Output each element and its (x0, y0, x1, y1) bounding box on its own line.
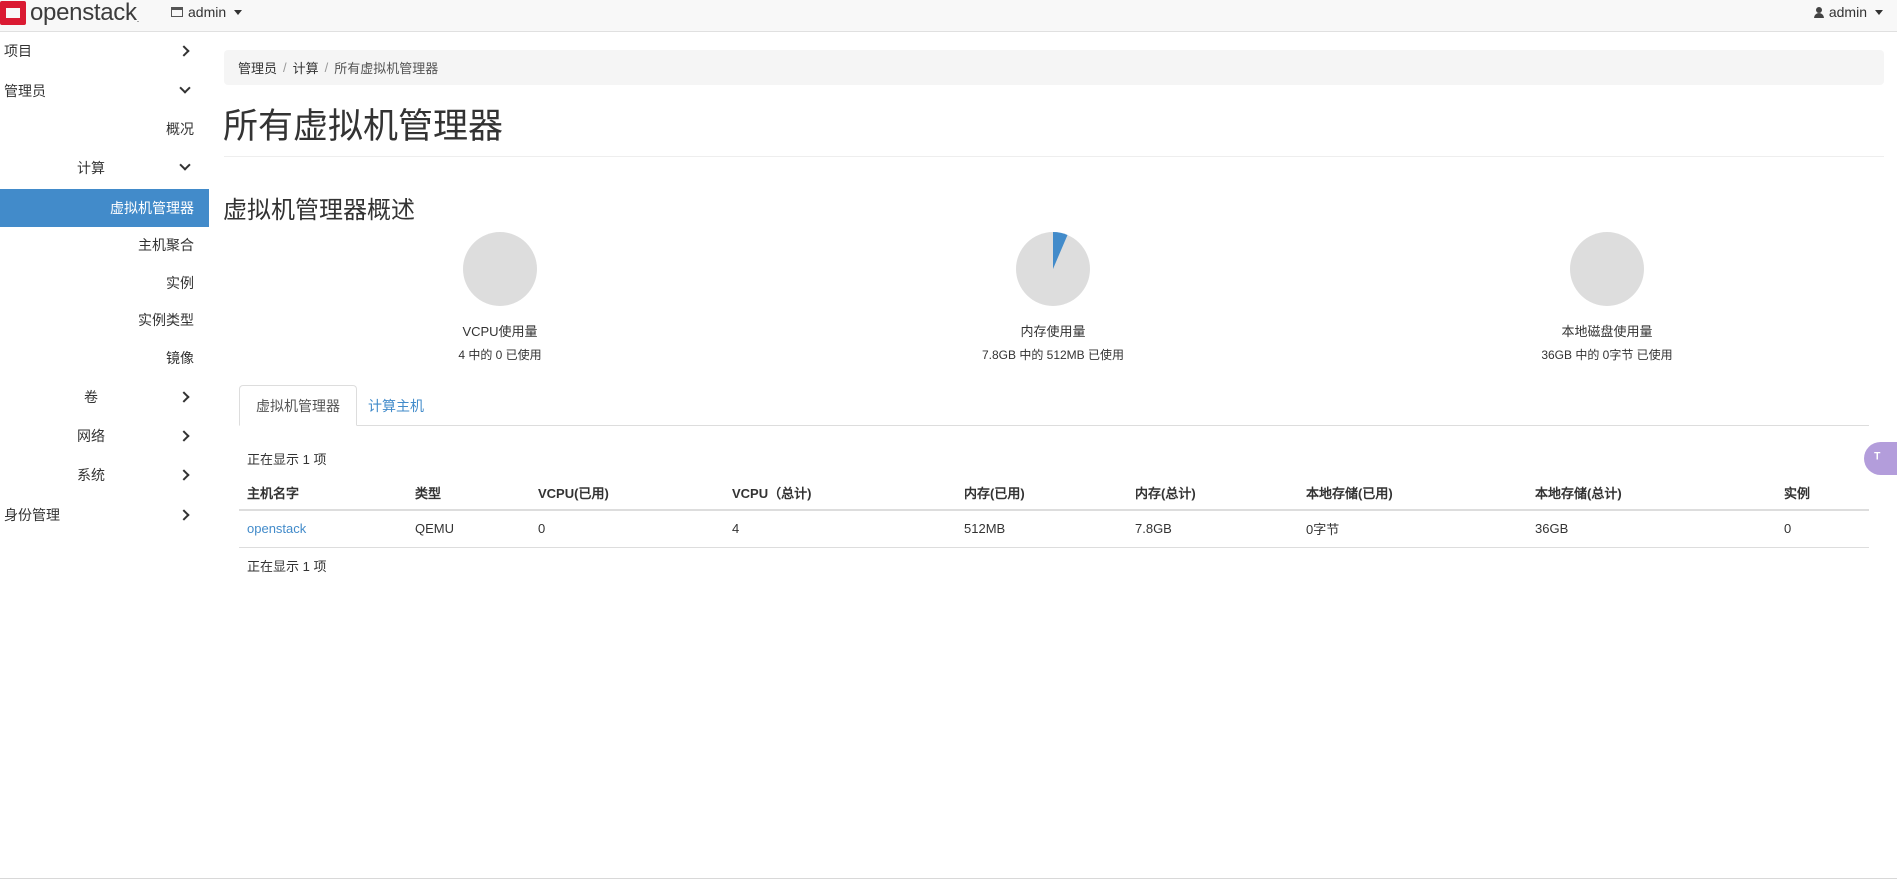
sidebar-item-label: 主机聚合 (138, 237, 194, 253)
breadcrumb-current: 所有虚拟机管理器 (334, 61, 439, 76)
vcpu-usage-label: VCPU使用量 (462, 324, 538, 339)
sidebar-item-label: 身份管理 (4, 507, 60, 523)
memory-usage-detail: 7.8GB 中的 512MB 已使用 (981, 348, 1125, 362)
vcpu-usage-chart: VCPU使用量 4 中的 0 已使用 (350, 231, 650, 363)
sidebar-item-images[interactable]: 镜像 (0, 340, 194, 376)
memory-usage-chart: 内存使用量 7.8GB 中的 512MB 已使用 (903, 231, 1203, 363)
sidebar-item-label: 实例类型 (138, 312, 194, 328)
column-header[interactable]: VCPU(已用) (530, 475, 724, 511)
pie-free-slice (463, 232, 537, 306)
hostname-link[interactable]: openstack (239, 510, 407, 548)
brand-name: openstack (30, 0, 137, 26)
breadcrumb-separator: / (324, 60, 329, 75)
table-cell: QEMU (407, 510, 530, 548)
openstack-logo[interactable]: openstack . (0, 0, 139, 26)
sidebar-item-label: 系统 (77, 467, 105, 483)
caret-down-icon (234, 9, 243, 15)
tabs-divider (239, 425, 1869, 426)
breadcrumb-admin[interactable]: 管理员 (238, 58, 277, 77)
memory-usage-label: 内存使用量 (1020, 324, 1086, 339)
vcpu-usage-pie (463, 232, 537, 306)
tab-compute-hosts[interactable]: 计算主机 (352, 385, 440, 426)
item-count-bottom: 正在显示 1 项 (247, 559, 327, 574)
sidebar-item-project[interactable]: 项目 (0, 33, 209, 69)
column-header[interactable]: 主机名字 (239, 475, 407, 511)
sidebar-item-host-aggregates[interactable]: 主机聚合 (0, 227, 194, 263)
table-cell: 512MB (956, 510, 1127, 548)
page-title: 所有虚拟机管理器 (223, 107, 504, 146)
chevron-right-icon (178, 509, 190, 521)
sidebar-item-label: 项目 (4, 43, 32, 59)
tab-hypervisors[interactable]: 虚拟机管理器 (239, 385, 357, 426)
user-icon (1813, 6, 1824, 18)
top-navbar: openstack . admin admin (0, 0, 1897, 32)
disk-usage-detail: 36GB 中的 0字节 已使用 (1541, 348, 1673, 362)
disk-usage-label: 本地磁盘使用量 (1561, 324, 1653, 339)
sidebar-item-label: 概况 (166, 121, 194, 137)
hypervisors-table: 主机名字 类型 VCPU(已用) VCPU（总计) 内存(已用) 内存(总计) … (239, 475, 1869, 548)
sidebar-item-label: 卷 (84, 389, 98, 405)
memory-usage-pie (1016, 232, 1090, 306)
project-switcher[interactable]: admin (171, 4, 243, 20)
sidebar-item-label: 实例 (166, 275, 194, 291)
column-header[interactable]: 本地存储(已用) (1298, 475, 1527, 511)
chevron-right-icon (178, 469, 190, 481)
chevron-right-icon (178, 430, 190, 442)
page-bottom-border (0, 878, 1897, 879)
breadcrumb-separator: / (283, 60, 287, 75)
sidebar-item-identity[interactable]: 身份管理 (0, 497, 209, 533)
sidebar-item-hypervisors[interactable]: 虚拟机管理器 (0, 189, 209, 227)
column-header[interactable]: 本地存储(总计) (1527, 475, 1776, 511)
table-cell: 36GB (1527, 510, 1776, 548)
sidebar-item-label: 管理员 (4, 83, 46, 99)
breadcrumb: 管理员 / 计算 / 所有虚拟机管理器 (224, 50, 1884, 85)
column-header[interactable]: 内存(已用) (956, 475, 1127, 511)
project-name: admin (188, 4, 227, 20)
translate-icon: ᵀ (1874, 450, 1881, 467)
sidebar-item-admin[interactable]: 管理员 (0, 73, 209, 109)
chevron-right-icon (178, 391, 190, 403)
sidebar-item-instances[interactable]: 实例 (0, 265, 194, 301)
vcpu-usage-detail: 4 中的 0 已使用 (458, 348, 542, 362)
sidebar-item-label: 网络 (77, 428, 105, 444)
column-header[interactable]: VCPU（总计) (724, 475, 956, 511)
brand-mark: . (136, 14, 140, 24)
sidebar-item-compute[interactable]: 计算 (0, 150, 209, 186)
user-name: admin (1828, 4, 1867, 20)
caret-down-icon (1875, 9, 1883, 15)
sidebar-item-label: 计算 (77, 160, 105, 176)
column-header[interactable]: 类型 (407, 475, 530, 511)
sidebar-item-volumes[interactable]: 卷 (0, 379, 209, 415)
column-header[interactable]: 实例 (1776, 475, 1869, 511)
user-menu[interactable]: admin (1813, 4, 1883, 20)
column-header[interactable]: 内存(总计) (1127, 475, 1298, 511)
sidebar-item-flavors[interactable]: 实例类型 (0, 302, 194, 338)
title-divider (224, 156, 1884, 157)
sidebar-item-system[interactable]: 系统 (0, 457, 209, 493)
summary-title: 虚拟机管理器概述 (223, 197, 415, 224)
chevron-right-icon (178, 45, 190, 57)
breadcrumb-compute[interactable]: 计算 (293, 58, 319, 77)
sidebar-item-label: 虚拟机管理器 (110, 200, 194, 216)
table-cell: 0 (530, 510, 724, 548)
table-cell: 0 (1776, 510, 1869, 548)
sidebar-item-overview[interactable]: 概况 (0, 111, 194, 147)
sidebar-item-network[interactable]: 网络 (0, 418, 209, 454)
table-cell: 0字节 (1298, 510, 1527, 548)
pie-free-slice (1570, 232, 1644, 306)
disk-usage-pie (1570, 232, 1644, 306)
table-cell: 7.8GB (1127, 510, 1298, 548)
floating-tool-button[interactable]: ᵀ (1864, 442, 1897, 475)
table-row: openstack QEMU 0 4 512MB 7.8GB 0字节 36GB … (239, 510, 1869, 548)
sidebar-item-label: 镜像 (166, 350, 194, 366)
openstack-logo-icon (0, 1, 26, 25)
item-count-top: 正在显示 1 项 (247, 452, 327, 467)
chevron-down-icon (179, 159, 191, 171)
disk-usage-chart: 本地磁盘使用量 36GB 中的 0字节 已使用 (1457, 231, 1757, 363)
project-icon (171, 7, 183, 17)
table-header-row: 主机名字 类型 VCPU(已用) VCPU（总计) 内存(已用) 内存(总计) … (239, 475, 1869, 511)
chevron-down-icon (179, 82, 191, 94)
table-cell: 4 (724, 510, 956, 548)
